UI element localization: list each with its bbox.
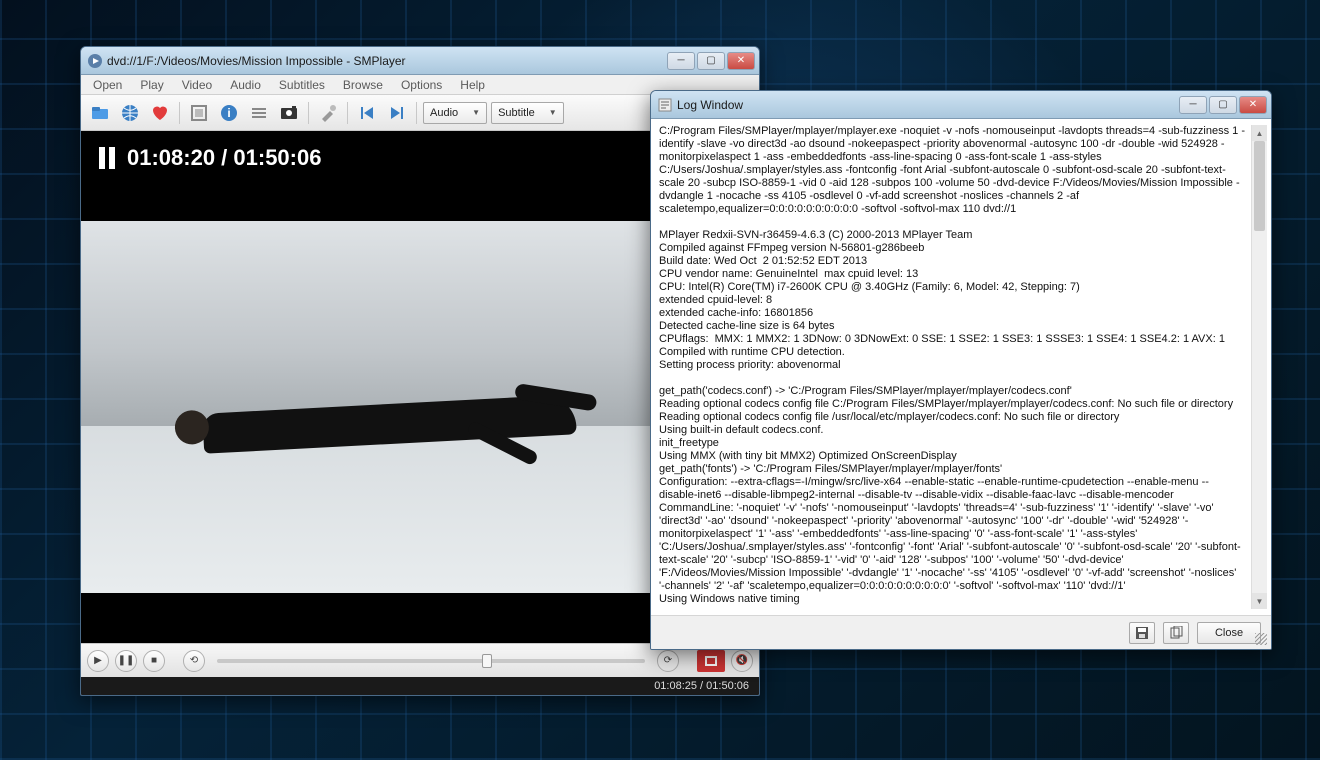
log-minimize-button[interactable]: ─ bbox=[1179, 96, 1207, 114]
menu-open[interactable]: Open bbox=[85, 77, 130, 93]
seek-back-button[interactable]: ⟲ bbox=[183, 650, 205, 672]
log-title: Log Window bbox=[677, 98, 1177, 112]
log-text[interactable]: C:/Program Files/SMPlayer/mplayer/mplaye… bbox=[659, 125, 1251, 609]
log-footer: Close bbox=[651, 615, 1271, 649]
mute-button[interactable]: 🔇 bbox=[731, 650, 753, 672]
log-window-icon bbox=[657, 97, 673, 113]
toolbar-separator bbox=[308, 102, 309, 124]
play-button[interactable]: ▶ bbox=[87, 650, 109, 672]
screenshot-icon[interactable] bbox=[276, 100, 302, 126]
log-scrollbar[interactable]: ▲ ▼ bbox=[1251, 125, 1267, 609]
menu-subtitles[interactable]: Subtitles bbox=[271, 77, 333, 93]
playlist-icon[interactable] bbox=[246, 100, 272, 126]
chevron-down-icon: ▼ bbox=[549, 108, 557, 117]
menu-audio[interactable]: Audio bbox=[222, 77, 269, 93]
status-time: 01:08:25 / 01:50:06 bbox=[654, 680, 749, 692]
scroll-down-icon[interactable]: ▼ bbox=[1252, 593, 1267, 609]
preferences-icon[interactable] bbox=[315, 100, 341, 126]
resize-grip[interactable] bbox=[1255, 633, 1267, 645]
menu-options[interactable]: Options bbox=[393, 77, 450, 93]
scroll-thumb[interactable] bbox=[1254, 141, 1265, 231]
menu-play[interactable]: Play bbox=[132, 77, 171, 93]
subtitle-track-select[interactable]: Subtitle ▼ bbox=[491, 102, 564, 124]
log-close-dialog-button[interactable]: Close bbox=[1197, 622, 1261, 644]
audio-track-label: Audio bbox=[430, 107, 458, 119]
compact-mode-icon[interactable] bbox=[186, 100, 212, 126]
prev-chapter-icon[interactable] bbox=[354, 100, 380, 126]
osd-overlay: 01:08:20 / 01:50:06 bbox=[99, 145, 321, 171]
subtitle-track-label: Subtitle bbox=[498, 107, 535, 119]
fullscreen-button[interactable] bbox=[697, 650, 725, 672]
menu-browse[interactable]: Browse bbox=[335, 77, 391, 93]
stop-button[interactable]: ■ bbox=[143, 650, 165, 672]
next-chapter-icon[interactable] bbox=[384, 100, 410, 126]
menu-help[interactable]: Help bbox=[452, 77, 493, 93]
info-icon[interactable]: i bbox=[216, 100, 242, 126]
log-body: C:/Program Files/SMPlayer/mplayer/mplaye… bbox=[651, 119, 1271, 615]
seek-forward-button[interactable]: ⟳ bbox=[657, 650, 679, 672]
log-maximize-button[interactable]: ▢ bbox=[1209, 96, 1237, 114]
log-save-button[interactable] bbox=[1129, 622, 1155, 644]
toolbar-separator bbox=[179, 102, 180, 124]
seek-thumb[interactable] bbox=[482, 654, 492, 668]
smplayer-app-icon bbox=[87, 53, 103, 69]
maximize-button[interactable]: ▢ bbox=[697, 52, 725, 70]
log-titlebar[interactable]: Log Window ─ ▢ ✕ bbox=[651, 91, 1271, 119]
open-file-icon[interactable] bbox=[87, 100, 113, 126]
minimize-button[interactable]: ─ bbox=[667, 52, 695, 70]
toolbar-separator bbox=[416, 102, 417, 124]
scroll-up-icon[interactable]: ▲ bbox=[1252, 125, 1267, 141]
svg-text:i: i bbox=[227, 106, 230, 120]
open-url-icon[interactable] bbox=[117, 100, 143, 126]
pause-button[interactable]: ❚❚ bbox=[115, 650, 137, 672]
close-button[interactable]: ✕ bbox=[727, 52, 755, 70]
favorites-icon[interactable] bbox=[147, 100, 173, 126]
log-close-button[interactable]: ✕ bbox=[1239, 96, 1267, 114]
log-copy-button[interactable] bbox=[1163, 622, 1189, 644]
seek-slider[interactable] bbox=[217, 659, 645, 663]
smplayer-title: dvd://1/F:/Videos/Movies/Mission Impossi… bbox=[107, 54, 665, 68]
smplayer-titlebar[interactable]: dvd://1/F:/Videos/Movies/Mission Impossi… bbox=[81, 47, 759, 75]
status-bar: 01:08:25 / 01:50:06 bbox=[81, 677, 759, 695]
pause-icon bbox=[99, 147, 115, 169]
log-window: Log Window ─ ▢ ✕ C:/Program Files/SMPlay… bbox=[650, 90, 1272, 650]
audio-track-select[interactable]: Audio ▼ bbox=[423, 102, 487, 124]
menu-video[interactable]: Video bbox=[174, 77, 220, 93]
toolbar-separator bbox=[347, 102, 348, 124]
chevron-down-icon: ▼ bbox=[472, 108, 480, 117]
osd-time: 01:08:20 / 01:50:06 bbox=[127, 145, 321, 171]
